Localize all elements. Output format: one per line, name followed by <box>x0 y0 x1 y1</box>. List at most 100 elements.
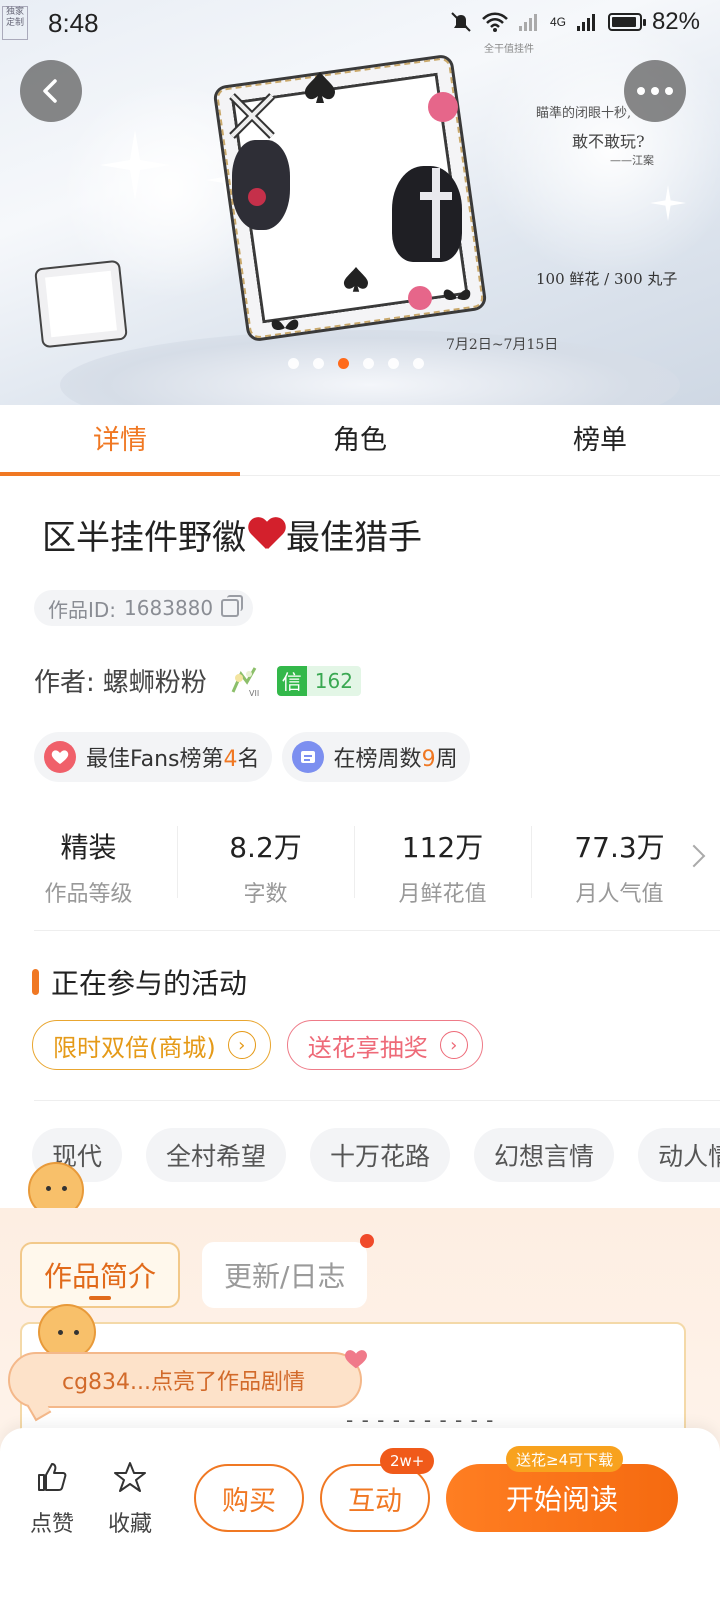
tab-intro[interactable]: 作品简介 <box>20 1242 181 1308</box>
stat-label: 月人气值 <box>575 882 664 907</box>
interact-count-badge: 2w+ <box>380 1448 435 1474</box>
work-title-text: 最佳猎手 <box>286 518 422 558</box>
back-button[interactable] <box>20 60 82 122</box>
chevron-left-icon <box>43 79 57 103</box>
battery-percent: 82% <box>651 8 700 35</box>
activity-flower-lottery[interactable]: 送花享抽奖 › <box>286 1020 483 1070</box>
banner-slogan-author: ——江案 <box>610 154 654 167</box>
detail-tabs: 详情 角色 榜单 <box>0 400 720 476</box>
sparkle-icon <box>100 130 170 200</box>
tab-rankings[interactable]: 榜单 <box>480 400 720 475</box>
rose-decoration <box>248 188 266 206</box>
carousel-dot <box>388 358 399 369</box>
status-bar: 独家定制 8:48 4G 82% <box>0 0 720 46</box>
spade-icon <box>304 72 336 103</box>
trust-icon: 信 <box>276 665 307 696</box>
tab-update-log[interactable]: 更新/日志 <box>202 1242 368 1308</box>
author-name[interactable]: 螺蛳粉粉 <box>103 662 207 699</box>
copy-icon[interactable] <box>221 595 244 617</box>
app-mini-logo: 独家定制 <box>2 6 28 40</box>
banner-slogan-line2: 敢不敢玩? <box>572 132 645 151</box>
more-options-button[interactable] <box>624 60 686 122</box>
stat-monthly-popularity: 77.3万 月人气值 <box>531 820 708 910</box>
genre-tag[interactable]: 幻想言情 <box>474 1128 615 1182</box>
butterfly-icon <box>271 319 299 330</box>
chevron-right-icon: › <box>439 1031 468 1059</box>
heart-icon <box>248 518 284 552</box>
butterfly-icon <box>443 289 471 300</box>
download-hint-badge: 送花≥4可下载 <box>506 1446 624 1472</box>
carousel-dot <box>288 358 299 369</box>
author-row: 作者: 螺蛳粉粉 VII 信 162 <box>34 662 361 699</box>
carousel-dot-active <box>338 358 349 369</box>
cover-banner[interactable]: 瞄準的闭眼十秒, 敢不敢玩? ——江案 100 鲜花 / 300 丸子 7月2日… <box>0 0 720 405</box>
work-id-badge[interactable]: 作品ID: 1683880 <box>34 590 254 626</box>
stat-word-count: 8.2万 字数 <box>177 820 354 910</box>
network-type: 4G <box>549 15 566 29</box>
weeks-on-list-chip[interactable]: 在榜周数9周 <box>281 732 470 782</box>
buy-button[interactable]: 购买 <box>194 1464 304 1532</box>
battery-icon <box>607 13 646 31</box>
carousel-dot <box>313 358 324 369</box>
thumbs-up-icon <box>38 1463 67 1491</box>
mute-bell-icon <box>451 12 471 32</box>
genre-tags: 现代 全村希望 十万花路 幻想言情 动人情 <box>32 1128 720 1182</box>
genre-tag[interactable]: 动人情 <box>638 1128 720 1182</box>
tab-characters[interactable]: 角色 <box>240 400 480 475</box>
stat-label: 月鲜花值 <box>398 882 487 907</box>
banner-price: 100 鲜花 / 300 丸子 <box>536 270 678 288</box>
more-dots-icon <box>637 87 673 95</box>
genre-tag[interactable]: 全村希望 <box>146 1128 287 1182</box>
genre-tag[interactable]: 十万花路 <box>310 1128 451 1182</box>
intro-sub-tabs: 作品简介 更新/日志 <box>20 1242 368 1308</box>
stat-value: 112万 <box>401 831 484 864</box>
stat-monthly-flowers: 112万 月鲜花值 <box>354 820 531 910</box>
signal-icon <box>518 14 537 31</box>
cross-icon <box>420 168 452 258</box>
toast-text: cg834...点亮了作品剧情 <box>62 1370 306 1395</box>
activity-list: 限时双倍(商城) › 送花享抽奖 › <box>32 1020 483 1070</box>
activity-label: 送花享抽奖 <box>307 1033 428 1062</box>
author-level-badge-icon: VII <box>231 666 259 698</box>
heart-icon <box>345 1350 367 1369</box>
chip-text: 最佳Fans榜第4名 <box>86 747 260 772</box>
work-stats[interactable]: 精装 作品等级 8.2万 字数 112万 月鲜花值 77.3万 月人气值 <box>0 820 720 910</box>
work-id-label: 作品ID: <box>48 597 117 622</box>
activity-double-time[interactable]: 限时双倍(商城) › <box>32 1020 271 1070</box>
favorite-button[interactable]: 收藏 <box>100 1460 160 1538</box>
wifi-icon <box>482 12 508 32</box>
interact-button[interactable]: 互动 <box>320 1464 430 1532</box>
stat-value: 77.3万 <box>574 831 665 864</box>
stat-label: 作品等级 <box>44 882 133 907</box>
divider <box>34 930 720 931</box>
trust-score: 162 <box>314 668 353 693</box>
signal-icon <box>576 14 595 31</box>
stat-value: 精装 <box>60 831 117 864</box>
work-title-text: 区半挂件野徽 <box>42 518 246 558</box>
rose-decoration <box>408 286 432 310</box>
activity-toast[interactable]: cg834...点亮了作品剧情 <box>8 1352 362 1408</box>
favorite-label: 收藏 <box>107 1512 152 1537</box>
spade-icon <box>343 267 369 292</box>
banner-slogan-line1: 瞄準的闭眼十秒, <box>536 106 632 121</box>
stat-value: 8.2万 <box>229 831 302 864</box>
stat-level: 精装 作品等级 <box>0 820 177 910</box>
start-reading-button[interactable]: 开始阅读 <box>446 1464 678 1532</box>
activity-label: 限时双倍(商城) <box>53 1033 216 1062</box>
sparkle-icon <box>650 185 686 221</box>
rose-decoration <box>428 92 458 122</box>
status-time: 8:48 <box>48 8 99 38</box>
trust-score-badge: 信 162 <box>276 665 361 696</box>
black-rabbit-decoration <box>232 140 290 230</box>
small-frame-preview <box>36 261 126 347</box>
list-icon <box>291 741 324 773</box>
author-label: 作者: <box>34 668 95 698</box>
carousel-dot <box>413 358 424 369</box>
carousel-indicator <box>288 358 424 369</box>
fans-rank-chip[interactable]: 最佳Fans榜第4名 <box>34 732 272 782</box>
fans-heart-icon <box>44 741 76 773</box>
tab-details[interactable]: 详情 <box>0 400 240 476</box>
like-button[interactable]: 点赞 <box>22 1460 82 1538</box>
cross-icon <box>229 93 275 139</box>
stat-label: 字数 <box>243 882 288 907</box>
